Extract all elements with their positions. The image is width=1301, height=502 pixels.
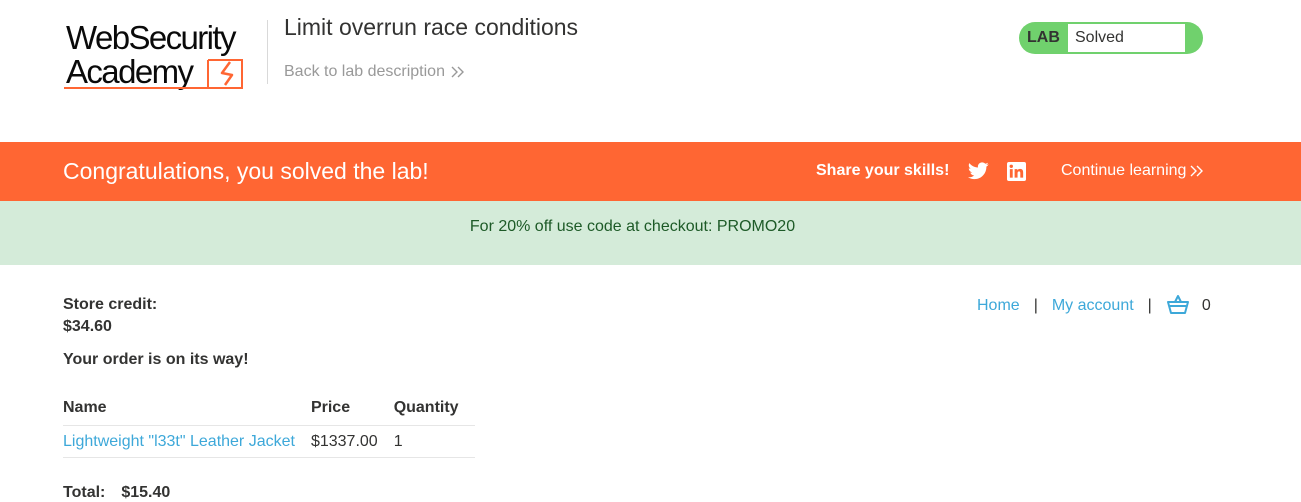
order-total: Total: $15.40	[63, 484, 170, 502]
twitter-icon[interactable]	[968, 162, 989, 180]
chevron-right-icon	[1190, 165, 1204, 177]
promo-code-text: For 20% off use code at checkout: PROMO2…	[469, 218, 796, 235]
academy-logo[interactable]: WebSecurity Academy	[62, 18, 266, 94]
top-nav: Home | My account | 0	[977, 294, 1211, 316]
page-header: WebSecurity Academy Limit overrun race c…	[0, 0, 1301, 142]
share-skills-label: Share your skills!	[816, 162, 950, 179]
nav-separator: |	[1033, 297, 1038, 314]
table-header-row: Name Price Quantity	[63, 391, 475, 426]
lab-status-text: Solved	[1068, 24, 1185, 52]
column-header-price: Price	[310, 391, 394, 426]
total-value: $15.40	[121, 484, 171, 501]
continue-learning-link[interactable]: Continue learning	[1061, 162, 1204, 180]
order-status-message: Your order is on its way!	[63, 351, 249, 368]
lab-status-label: LAB	[1027, 29, 1060, 46]
lab-title: Limit overrun race conditions	[284, 14, 579, 40]
nav-home-link[interactable]: Home	[977, 297, 1020, 315]
chevron-right-icon	[451, 66, 464, 78]
continue-learning-label: Continue learning	[1061, 162, 1187, 179]
nav-separator: |	[1147, 297, 1152, 314]
logo-mark-icon	[64, 59, 243, 89]
header-divider	[267, 20, 268, 84]
total-label: Total:	[63, 484, 106, 501]
cart-count: 0	[1201, 297, 1211, 314]
cart-icon[interactable]	[1166, 294, 1190, 316]
nav-my-account-link[interactable]: My account	[1052, 297, 1134, 315]
column-header-name: Name	[63, 391, 311, 426]
order-table: Name Price Quantity Lightweight "l33t" L…	[63, 391, 475, 458]
table-row: Lightweight "l33t" Leather Jacket $1337.…	[63, 425, 475, 458]
back-to-description-link[interactable]: Back to lab description	[284, 63, 465, 81]
product-name-cell: Lightweight "l33t" Leather Jacket	[63, 425, 311, 458]
linkedin-icon[interactable]	[1007, 162, 1026, 181]
lab-status-badge: LAB Solved	[1019, 22, 1203, 54]
product-link[interactable]: Lightweight "l33t" Leather Jacket	[63, 433, 295, 450]
product-price-cell: $1337.00	[310, 425, 394, 458]
column-header-quantity: Quantity	[393, 391, 475, 426]
solved-message: Congratulations, you solved the lab!	[63, 158, 429, 184]
store-credit-label: Store credit:	[63, 296, 158, 313]
store-credit-value: $34.60	[63, 318, 112, 335]
back-link-label: Back to lab description	[284, 63, 445, 80]
product-quantity-cell: 1	[393, 425, 475, 458]
solved-banner: Congratulations, you solved the lab! Sha…	[0, 142, 1301, 201]
